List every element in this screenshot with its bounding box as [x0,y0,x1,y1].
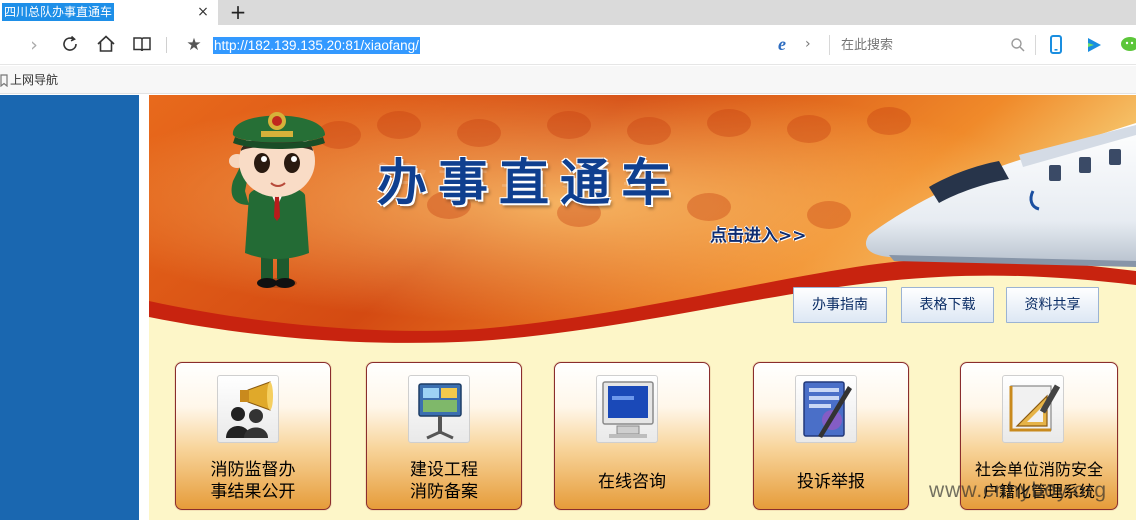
new-tab-button[interactable]: + [228,1,248,23]
home-button[interactable] [94,33,118,57]
card-label-line1: 建设工程 [410,460,478,480]
watermark: www.cnhyboy.org [929,479,1108,502]
tab-title: 四川总队办事直通车 [2,3,115,21]
url-field[interactable]: http://182.139.135.20:81/xiaofang/ [213,37,420,54]
favorite-item[interactable]: 上网导航 [0,71,58,89]
reading-view-button[interactable] [130,33,154,57]
forward-button[interactable]: › [22,33,46,57]
search-separator [829,35,830,55]
favorite-item-label: 上网导航 [10,73,59,87]
card-construction-filing[interactable]: 建设工程 消防备案 [366,362,522,510]
card-label-line1: 在线咨询 [598,472,666,492]
guide-button[interactable]: 办事指南 [793,287,887,323]
phone-icon[interactable] [1047,35,1065,55]
card-label: 建设工程 消防备案 [367,459,521,503]
banner-title: 办事直通车 [377,154,682,212]
favorites-bar: 上网导航 [0,66,1136,94]
card-supervision-results[interactable]: 消防监督办 事结果公开 [175,362,331,510]
card-label-line1: 消防监督办 [210,460,296,480]
main-content: 办事直通车 办事直通车 点击进入>> 办事指南 表格下载 资料共享 消防监督办 … [149,95,1136,520]
card-label-line1: 社会单位消防安全 [974,460,1103,479]
refresh-button[interactable] [58,33,82,57]
resource-share-button[interactable]: 资料共享 [1006,287,1099,323]
card-online-consult[interactable]: 在线咨询 [554,362,710,510]
chevron-right-icon[interactable]: › [805,34,811,54]
card-complaint-report[interactable]: 投诉举报 [753,362,909,510]
monitor-icon [596,375,658,443]
home-icon [97,35,115,52]
ie-compat-icon[interactable]: e [778,34,798,54]
left-blue-panel [0,95,139,520]
tab-close-button[interactable]: × [194,3,212,21]
ruler-triangle-icon [1002,375,1064,443]
card-label-line2: 事结果公开 [210,482,296,502]
search-input[interactable] [841,35,1011,55]
address-bar: › ★ http://182.139.135.20:81/xiaofang/ e… [0,25,1136,65]
document-pen-icon [795,375,857,443]
bookmark-icon [0,74,8,87]
toolbar-separator [166,37,167,53]
book-icon [133,37,151,52]
card-label-line2: 消防备案 [410,482,478,502]
card-label: 消防监督办 事结果公开 [176,459,330,503]
card-label: 投诉举报 [754,471,908,493]
play-icon[interactable] [1085,35,1103,55]
search-icon[interactable] [1010,37,1026,53]
tab-bar: 四川总队办事直通车 × + [0,0,1136,25]
refresh-icon [63,35,77,51]
form-download-button[interactable]: 表格下载 [901,287,994,323]
web-page: 办事直通车 办事直通车 点击进入>> 办事指南 表格下载 资料共享 消防监督办 … [0,95,1136,520]
enter-link[interactable]: 点击进入>> [710,221,807,246]
active-tab[interactable]: 四川总队办事直通车 × [0,0,218,25]
extension-separator [1035,35,1036,55]
presentation-board-icon [408,375,470,443]
card-label: 在线咨询 [555,471,709,493]
megaphone-people-icon [217,375,279,443]
chat-icon[interactable] [1120,35,1136,55]
favorite-star-icon[interactable]: ★ [182,33,206,57]
card-label-line1: 投诉举报 [797,472,865,492]
